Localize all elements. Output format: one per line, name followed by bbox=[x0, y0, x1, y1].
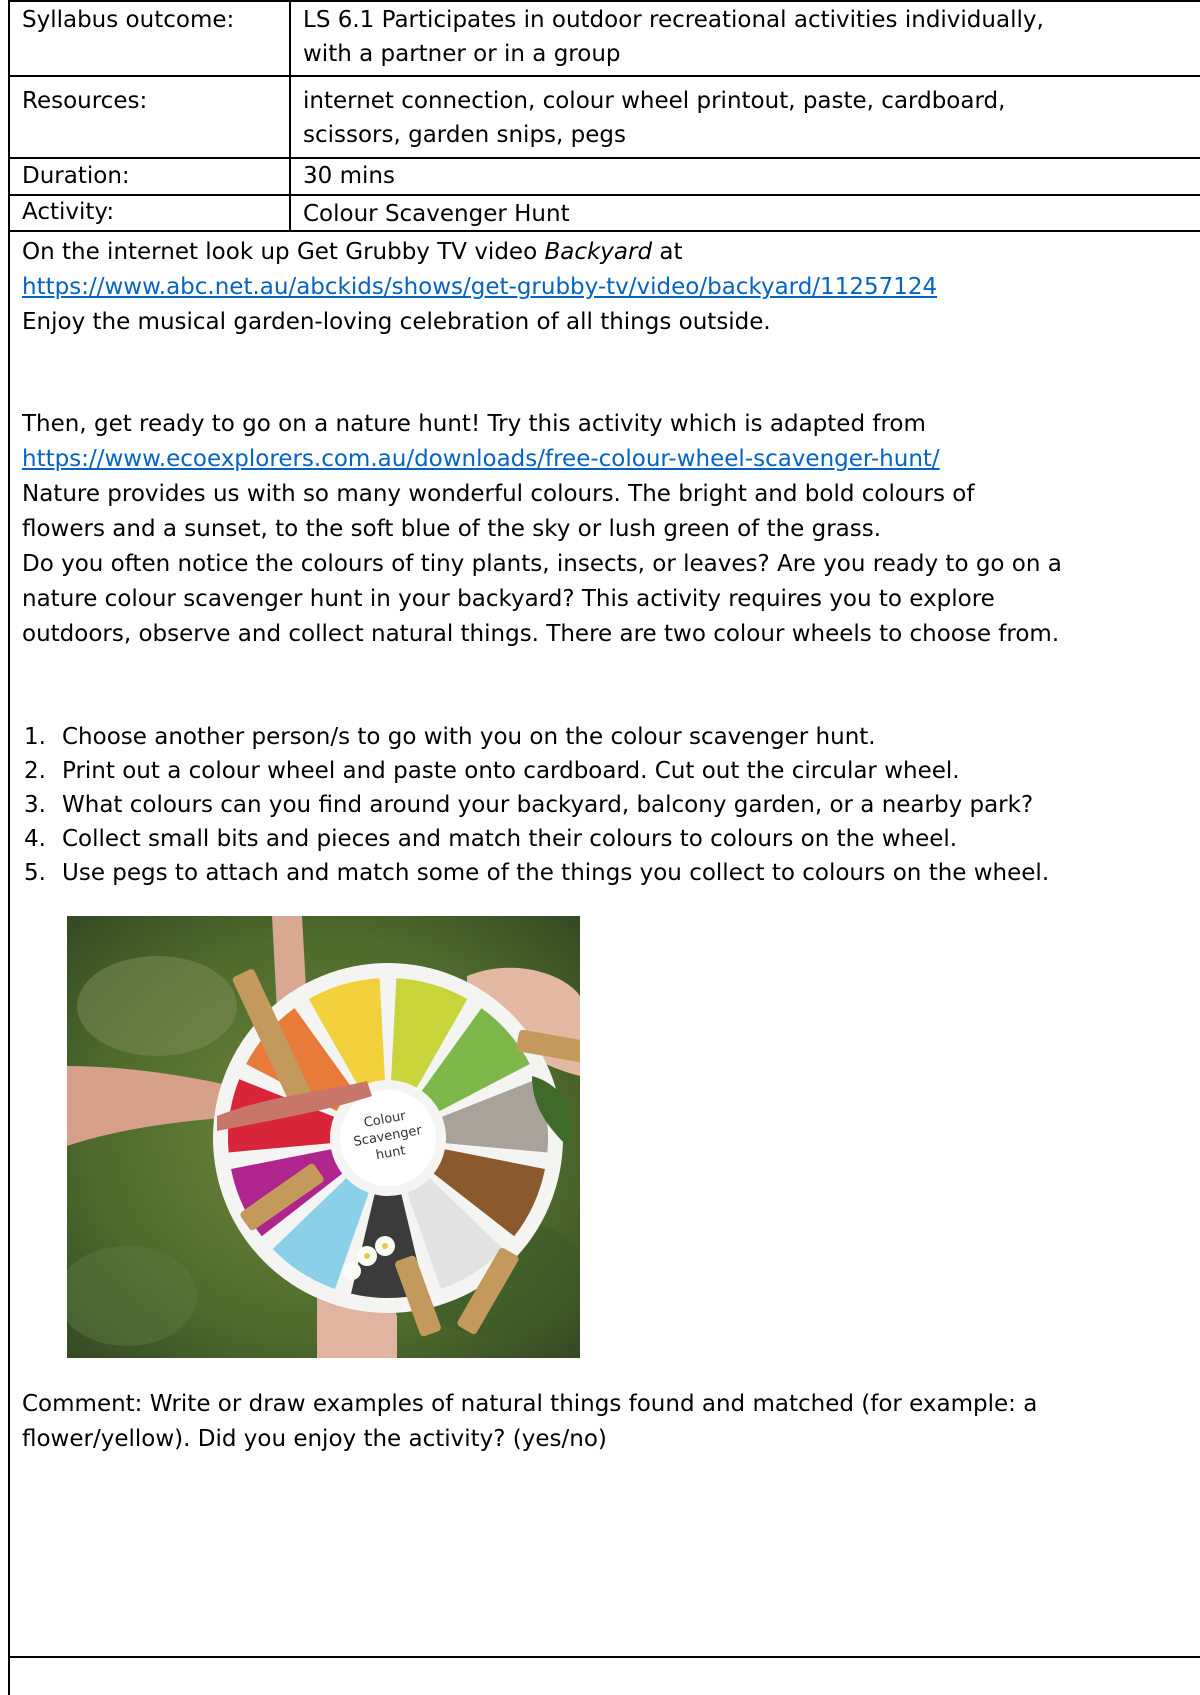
value-syllabus-outcome-line1: LS 6.1 Participates in outdoor recreatio… bbox=[303, 7, 1044, 33]
intro-prefix: On the internet look up Get Grubby TV vi… bbox=[22, 239, 538, 265]
row-divider-4 bbox=[8, 230, 1200, 232]
list-item: Choose another person/s to go with you o… bbox=[24, 720, 876, 754]
value-resources-line1: internet connection, colour wheel printo… bbox=[303, 88, 1006, 114]
comment-line-2: flower/yellow). Did you enjoy the activi… bbox=[22, 1426, 607, 1452]
list-item: Use pegs to attach and match some of the… bbox=[24, 856, 1050, 890]
enjoy-line: Enjoy the musical garden-loving celebrat… bbox=[22, 309, 771, 335]
paragraph-line-1: Nature provides us with so many wonderfu… bbox=[22, 481, 975, 507]
label-resources: Resources: bbox=[22, 88, 148, 114]
colour-wheel-photo: Colour Scavenger hunt bbox=[67, 916, 580, 1358]
row-divider-2 bbox=[8, 157, 1200, 159]
list-item: Collect small bits and pieces and match … bbox=[24, 822, 958, 856]
paragraph-line-4: nature colour scavenger hunt in your bac… bbox=[22, 586, 995, 612]
label-activity: Activity: bbox=[22, 199, 115, 225]
comment-answer-area[interactable] bbox=[10, 1460, 1198, 1656]
steps-list: Choose another person/s to go with you o… bbox=[10, 720, 1049, 890]
row-divider-5 bbox=[8, 1656, 1200, 1658]
value-activity: Colour Scavenger Hunt bbox=[303, 201, 570, 227]
photo-illustration: Colour Scavenger hunt bbox=[67, 916, 580, 1358]
row-divider-3 bbox=[8, 194, 1200, 196]
paragraph-line-2: flowers and a sunset, to the soft blue o… bbox=[22, 516, 882, 542]
comment-line-1: Comment: Write or draw examples of natur… bbox=[22, 1391, 1038, 1417]
abc-video-link[interactable]: https://www.abc.net.au/abckids/shows/get… bbox=[22, 270, 937, 304]
list-item: Print out a colour wheel and paste onto … bbox=[24, 754, 960, 788]
paragraph-line-3: Do you often notice the colours of tiny … bbox=[22, 551, 1062, 577]
label-syllabus-outcome: Syllabus outcome: bbox=[22, 7, 235, 33]
list-item: What colours can you find around your ba… bbox=[24, 788, 1034, 822]
row-divider-1 bbox=[8, 75, 1200, 77]
video-title: Backyard bbox=[544, 239, 653, 265]
then-line: Then, get ready to go on a nature hunt! … bbox=[22, 411, 926, 437]
value-syllabus-outcome-line2: with a partner or in a group bbox=[303, 41, 621, 67]
value-duration: 30 mins bbox=[303, 163, 395, 189]
intro-suffix: at bbox=[659, 239, 683, 265]
label-duration: Duration: bbox=[22, 163, 130, 189]
ecoexplorers-link[interactable]: https://www.ecoexplorers.com.au/download… bbox=[22, 442, 940, 476]
value-resources-line2: scissors, garden snips, pegs bbox=[303, 122, 626, 148]
paragraph-line-5: outdoors, observe and collect natural th… bbox=[22, 621, 1060, 647]
activity-worksheet: Syllabus outcome: LS 6.1 Participates in… bbox=[0, 0, 1200, 1695]
intro-line: On the internet look up Get Grubby TV vi… bbox=[22, 235, 683, 269]
table-border-top bbox=[8, 0, 1200, 2]
